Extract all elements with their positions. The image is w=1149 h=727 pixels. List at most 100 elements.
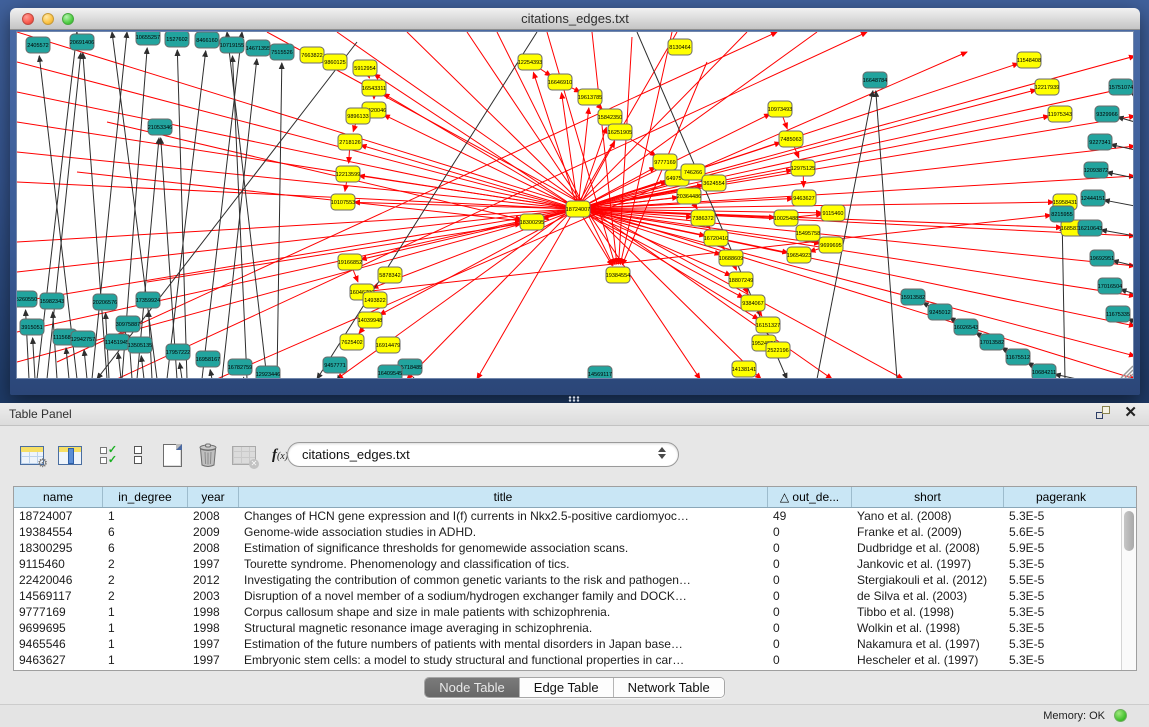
table-cell-in_degree[interactable]: 1 [103, 604, 188, 620]
graph-node[interactable]: 18300295 [520, 214, 544, 230]
table-cell-year[interactable]: 1998 [188, 620, 239, 636]
table-cell-short[interactable]: Hescheler et al. (1997) [852, 652, 1004, 668]
column-header-short[interactable]: short [852, 487, 1004, 507]
graph-edge[interactable] [620, 32, 672, 264]
column-header-year[interactable]: year [188, 487, 239, 507]
column-header-out_degree[interactable]: △ out_de... [768, 487, 852, 507]
graph-node[interactable]: 16958167 [196, 351, 220, 367]
graph-node[interactable]: 16646910 [548, 74, 572, 90]
table-cell-pagerank[interactable]: 5.3E-5 [1004, 604, 1118, 620]
graph-node[interactable]: 3915051 [20, 319, 44, 335]
table-cell-short[interactable]: Jankovic et al. (1997) [852, 556, 1004, 572]
tab-node-table[interactable]: Node Table [425, 678, 520, 697]
table-cell-out_degree[interactable]: 0 [768, 524, 852, 540]
delete-table-button[interactable]: ✕ [228, 439, 260, 471]
table-cell-short[interactable]: Dudbridge et al. (2008) [852, 540, 1004, 556]
graph-node[interactable]: 15751074 [1109, 79, 1133, 95]
table-cell-short[interactable]: Nakamura et al. (1997) [852, 636, 1004, 652]
delete-column-button[interactable] [192, 439, 224, 471]
memory-status-indicator[interactable] [1114, 709, 1127, 722]
graph-node[interactable]: 17016504 [1098, 278, 1122, 294]
graph-node[interactable]: 2405572 [26, 37, 50, 53]
column-header-in_degree[interactable]: in_degree [103, 487, 188, 507]
graph-edge[interactable] [84, 350, 87, 379]
graph-edge[interactable] [1055, 374, 1077, 379]
graph-node[interactable]: 8215955 [1050, 206, 1074, 222]
table-cell-pagerank[interactable]: 5.3E-5 [1004, 588, 1118, 604]
graph-node[interactable]: 10688609 [719, 250, 743, 266]
graph-edge[interactable] [66, 348, 69, 379]
table-cell-name[interactable]: 18724007 [14, 508, 103, 524]
table-cell-name[interactable]: 9463627 [14, 652, 103, 668]
graph-node[interactable]: 10025488 [774, 210, 798, 226]
graph-node[interactable]: 30975887 [116, 316, 140, 332]
table-row[interactable]: 946554611997Estimation of the future num… [14, 636, 1136, 652]
table-cell-in_degree[interactable]: 1 [103, 620, 188, 636]
graph-edge[interactable] [338, 376, 339, 379]
graph-node[interactable]: 11548408 [1017, 52, 1041, 68]
graph-node[interactable]: 16914479 [376, 337, 400, 353]
table-cell-out_degree[interactable]: 0 [768, 636, 852, 652]
graph-edge[interactable] [161, 138, 177, 379]
table-cell-short[interactable]: de Silva et al. (2003) [852, 588, 1004, 604]
table-cell-out_degree[interactable]: 0 [768, 604, 852, 620]
graph-node[interactable]: 19384554 [606, 267, 630, 283]
vertical-scrollbar[interactable] [1121, 508, 1136, 670]
graph-node[interactable]: 746266 [681, 164, 705, 180]
graph-edge[interactable] [384, 115, 578, 209]
table-cell-out_degree[interactable]: 0 [768, 556, 852, 572]
graph-node[interactable]: 16648784 [863, 72, 887, 88]
graph-node[interactable]: 10655257 [136, 32, 160, 45]
table-cell-year[interactable]: 2008 [188, 508, 239, 524]
tab-network-table[interactable]: Network Table [614, 678, 724, 697]
table-cell-year[interactable]: 2009 [188, 524, 239, 540]
table-row[interactable]: 1938455462009Genome-wide association stu… [14, 524, 1136, 540]
graph-edge[interactable] [227, 32, 267, 379]
table-cell-out_degree[interactable]: 0 [768, 540, 852, 556]
table-mode-button[interactable]: ⚙ [16, 439, 48, 471]
graph-node[interactable]: 16210643 [1078, 220, 1102, 236]
table-cell-title[interactable]: Disruption of a novel member of a sodium… [239, 588, 768, 604]
table-cell-title[interactable]: Investigating the contribution of common… [239, 572, 768, 588]
table-row[interactable]: 1456911722003Disruption of a novel membe… [14, 588, 1136, 604]
graph-edge[interactable] [33, 338, 35, 379]
table-cell-title[interactable]: Structural magnetic resonance image aver… [239, 620, 768, 636]
network-canvas[interactable]: 7663822986012559129541654331122420046989… [16, 31, 1134, 379]
table-row[interactable]: 1830029562008Estimation of significance … [14, 540, 1136, 556]
graph-node[interactable]: 12942757 [71, 331, 95, 347]
table-cell-pagerank[interactable]: 5.3E-5 [1004, 556, 1118, 572]
table-row[interactable]: 969969511998Structural magnetic resonanc… [14, 620, 1136, 636]
graph-node[interactable]: 9227341 [1088, 134, 1112, 150]
graph-node[interactable]: 15495758 [796, 225, 820, 241]
graph-node[interactable]: 13505135 [128, 337, 152, 353]
graph-edge[interactable] [117, 32, 867, 379]
table-cell-short[interactable]: Yano et al. (2008) [852, 508, 1004, 524]
graph-node[interactable]: 12975125 [791, 160, 815, 176]
graph-node[interactable]: 5878342 [378, 267, 402, 283]
graph-node[interactable]: 11675335 [1106, 306, 1130, 322]
graph-edge[interactable] [202, 32, 242, 379]
table-cell-pagerank[interactable]: 5.3E-5 [1004, 508, 1118, 524]
table-cell-name[interactable]: 22420046 [14, 572, 103, 588]
table-row[interactable]: 911546021997Tourette syndrome. Phenomeno… [14, 556, 1136, 572]
table-cell-short[interactable]: Stergiakouli et al. (2012) [852, 572, 1004, 588]
scrollbar-thumb[interactable] [1124, 511, 1134, 551]
table-row[interactable]: 1872400712008Changes of HCN gene express… [14, 508, 1136, 524]
graph-node[interactable]: 9463627 [792, 190, 816, 206]
table-cell-in_degree[interactable]: 6 [103, 524, 188, 540]
graph-node[interactable]: 14671355 [246, 40, 270, 56]
table-cell-name[interactable]: 9115460 [14, 556, 103, 572]
graph-node[interactable]: 19613785 [578, 89, 602, 105]
graph-node[interactable]: 16782759 [228, 359, 252, 375]
table-cell-year[interactable]: 1997 [188, 556, 239, 572]
table-cell-name[interactable]: 9777169 [14, 604, 103, 620]
table-cell-year[interactable]: 2012 [188, 572, 239, 588]
graph-edge[interactable] [222, 59, 257, 379]
graph-node[interactable]: 16251905 [608, 124, 632, 140]
graph-edge[interactable] [177, 50, 187, 379]
show-column-button[interactable] [54, 439, 86, 471]
graph-node[interactable]: 15842350 [598, 109, 622, 125]
graph-node[interactable]: 14138141 [732, 361, 756, 377]
table-cell-pagerank[interactable]: 5.3E-5 [1004, 652, 1118, 668]
close-panel-icon[interactable]: ✕ [1124, 406, 1137, 419]
